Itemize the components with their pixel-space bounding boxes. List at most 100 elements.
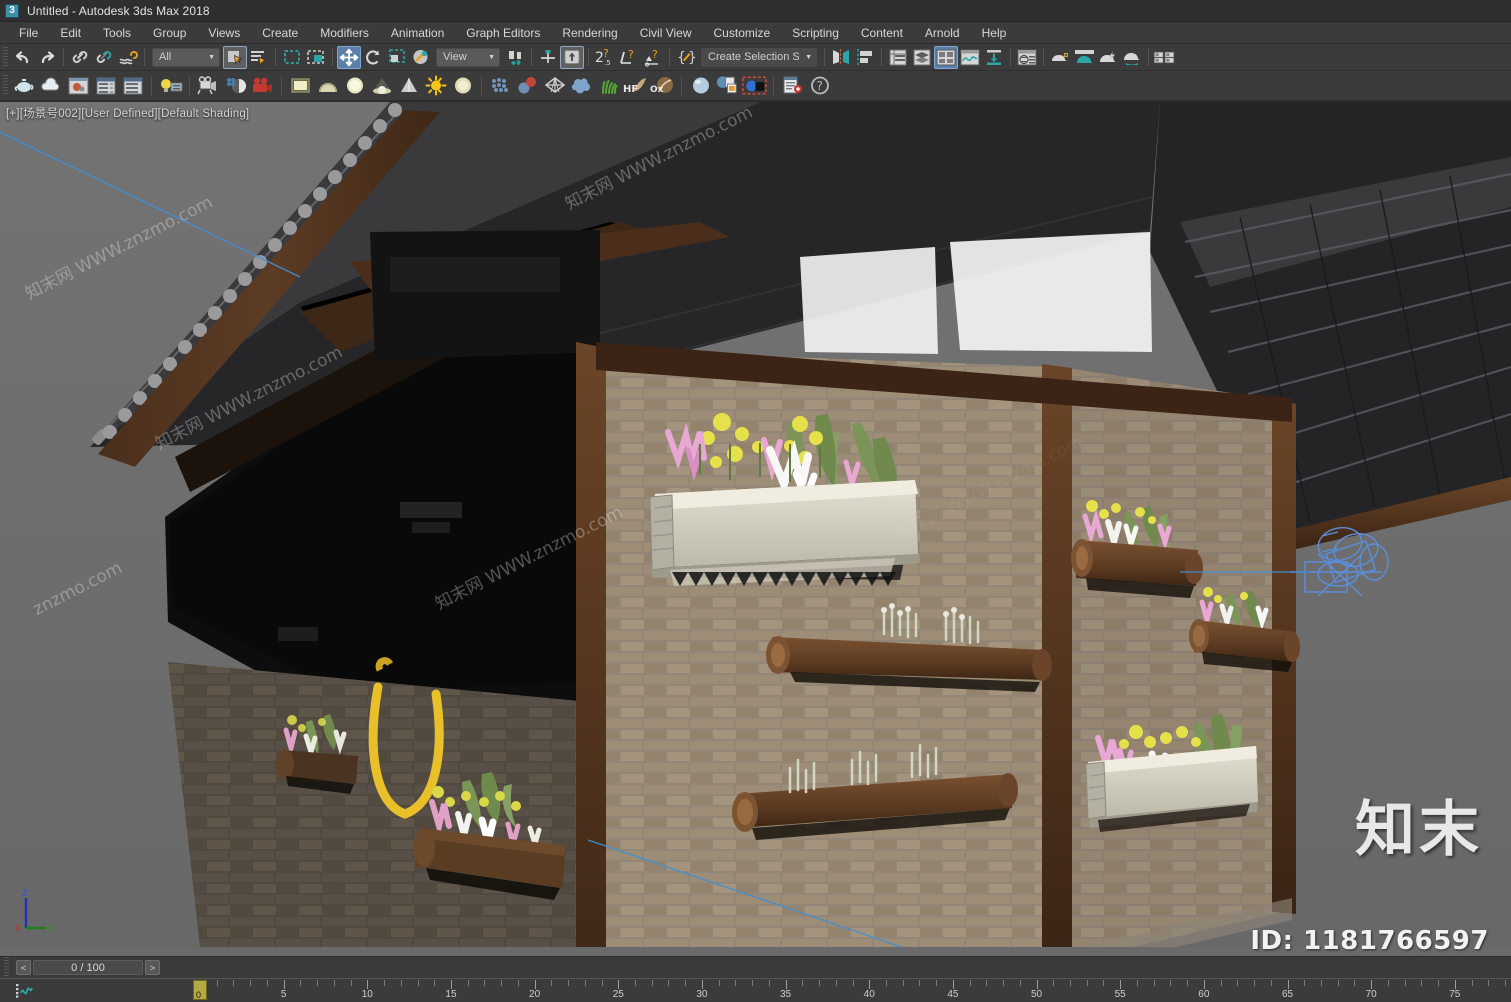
window-crossing-toggle-button[interactable] [304,46,328,69]
map-browser-button[interactable] [714,73,741,99]
current-frame-field[interactable]: 0 / 100 [33,960,143,975]
menu-group[interactable]: Group [142,24,197,42]
toolbar-separator [151,75,152,96]
edit-named-selection-sets-button[interactable]: {} [674,46,698,69]
toolbar-separator [1043,48,1044,66]
menu-tools[interactable]: Tools [92,24,142,42]
space-warp-button[interactable] [541,73,568,99]
menu-views[interactable]: Views [197,24,251,42]
select-and-manipulate-button[interactable] [536,46,560,69]
camera-button[interactable] [195,73,222,99]
hf-modifier-button[interactable]: HF [622,73,649,99]
box-primitive-button[interactable] [287,73,314,99]
object-color-button[interactable] [741,73,768,99]
menu-help[interactable]: Help [971,24,1018,42]
menu-rendering[interactable]: Rendering [551,24,628,42]
toolbar-grip[interactable] [3,46,8,68]
viewport-3d-scene[interactable] [0,102,1511,947]
ruler-tick-minor [384,980,386,986]
pyramid-primitive-button[interactable] [395,73,422,99]
ruler-track[interactable]: 5 10 15 20 25 30 35 40 45 50 55 60 65 70 75 [0,979,1511,1002]
schematic-view-button[interactable] [982,46,1006,69]
select-by-name-button[interactable] [247,46,271,69]
particle-system-button[interactable] [487,73,514,99]
render-setup-button[interactable] [1048,46,1072,69]
menu-bar[interactable]: File Edit Tools Group Views Create Modif… [0,22,1511,44]
hair-and-fur-button[interactable] [595,73,622,99]
torus-primitive-button[interactable] [449,73,476,99]
menu-edit[interactable]: Edit [49,24,92,42]
light-setup-button[interactable] [157,73,184,99]
select-and-move-button[interactable] [337,45,361,69]
percent-snap-toggle-button[interactable]: ? [617,46,641,69]
select-and-place-button[interactable] [409,46,433,69]
next-frame-button[interactable]: > [145,960,160,975]
ruler-tick-minor [668,980,670,986]
curve-editor-button[interactable] [958,46,982,69]
selection-filter-dropdown[interactable]: All ▼ [152,47,220,67]
sun-light-button[interactable] [422,73,449,99]
redo-button[interactable] [35,46,59,69]
select-object-button[interactable] [223,45,247,69]
script-button[interactable] [779,73,806,99]
menu-graph-editors[interactable]: Graph Editors [455,24,551,42]
teapot-object-button[interactable] [11,73,38,99]
viewport-label[interactable]: [+][场景号002][User Defined][Default Shadin… [6,105,249,121]
cylinder-primitive-button[interactable] [368,73,395,99]
layout-presets-button[interactable] [934,45,958,69]
prev-frame-button[interactable]: < [16,960,31,975]
unlink-selection-button[interactable] [92,46,116,69]
scene-explorer-button[interactable] [910,46,934,69]
cloud-object-button[interactable] [38,73,65,99]
time-slider-handle[interactable]: 0 [193,980,207,1000]
render-production-button[interactable] [1096,46,1120,69]
menu-scripting[interactable]: Scripting [781,24,850,42]
rendered-frame-window-button[interactable] [1072,46,1096,69]
menu-content[interactable]: Content [850,24,914,42]
list-panel-button[interactable] [92,73,119,99]
ruler-tick-major [869,980,871,989]
render-preview-button[interactable] [65,73,92,99]
ox-modifier-button[interactable]: Ox [649,73,676,99]
material-editor-button[interactable] [1015,46,1039,69]
menu-animation[interactable]: Animation [380,24,455,42]
toolbar-grip[interactable] [3,75,8,96]
named-selection-set-dropdown[interactable]: Create Selection Set ▼ [701,47,817,67]
layer-explorer-button[interactable] [886,46,910,69]
menu-create[interactable]: Create [251,24,309,42]
sphere-light-button[interactable] [341,73,368,99]
undo-button[interactable] [11,46,35,69]
select-and-link-button[interactable] [68,46,92,69]
angle-snap-toggle-button[interactable]: 2? .5 [593,46,617,69]
align-flyout-button[interactable] [853,46,877,69]
viewport[interactable]: [+][场景号002][User Defined][Default Shadin… [0,101,1511,956]
viewport-layout-tabs-button[interactable] [1153,46,1177,69]
time-ruler[interactable]: 5 10 15 20 25 30 35 40 45 50 55 60 65 70 75 0 [0,978,1511,1002]
use-center-flyout-button[interactable] [503,46,527,69]
mirror-button[interactable] [829,46,853,69]
menu-modifiers[interactable]: Modifiers [309,24,380,42]
snaps-toggle-button[interactable] [560,45,584,69]
table-panel-button[interactable] [119,73,146,99]
frame-navigator[interactable]: < 0 / 100 > [16,960,160,975]
shading-button[interactable] [222,73,249,99]
help-button[interactable]: ? [806,73,833,99]
frame-bar-grip[interactable] [4,957,9,978]
sphere-primitive-button[interactable] [314,73,341,99]
bind-to-space-warp-button[interactable] [116,46,140,69]
spinner-snap-toggle-button[interactable]: ? [641,46,665,69]
cloth-object-button[interactable] [568,73,595,99]
select-and-scale-button[interactable] [385,46,409,69]
menu-file[interactable]: File [8,24,49,42]
animation-camera-button[interactable] [249,73,276,99]
menu-civil-view[interactable]: Civil View [629,24,703,42]
rectangular-selection-region-button[interactable] [280,46,304,69]
menu-customize[interactable]: Customize [703,24,782,42]
reference-coordinate-dropdown[interactable]: View ▼ [436,47,500,67]
select-and-rotate-button[interactable] [361,46,385,69]
render-iterative-button[interactable] [1120,46,1144,69]
svg-text:}: } [688,50,696,66]
menu-arnold[interactable]: Arnold [914,24,971,42]
compound-object-button[interactable] [514,73,541,99]
material-sphere-button[interactable] [687,73,714,99]
